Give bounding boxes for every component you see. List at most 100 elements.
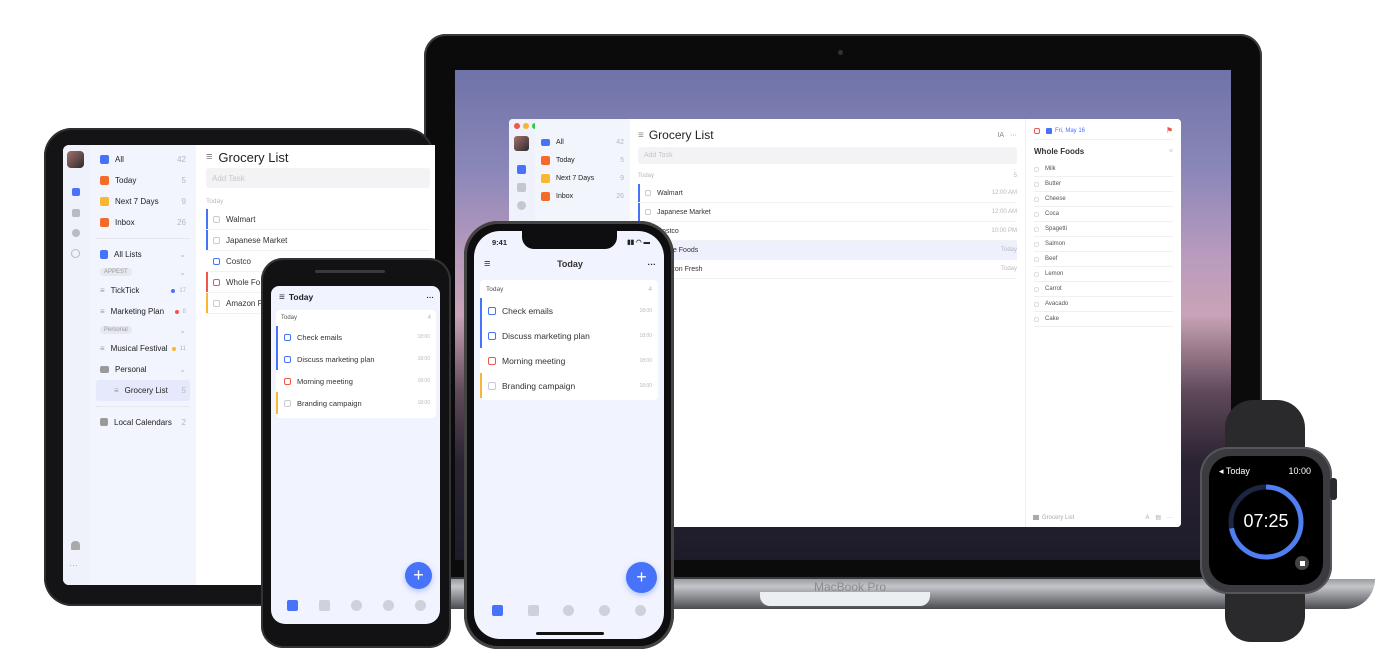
- task-row[interactable]: Branding campaign 18:00: [276, 392, 436, 414]
- close-button[interactable]: [514, 123, 520, 129]
- checklist-checkbox[interactable]: [1034, 256, 1039, 262]
- pin-icon[interactable]: [72, 229, 80, 237]
- checklist-checkbox[interactable]: [1034, 181, 1039, 187]
- task-checkbox[interactable]: [213, 257, 220, 265]
- task-row[interactable]: Walmart 12:00 AM: [638, 184, 1017, 203]
- tab-habit[interactable]: [563, 604, 575, 616]
- tab-calendar[interactable]: [318, 599, 330, 611]
- menu-icon[interactable]: ≡: [638, 130, 644, 141]
- task-row[interactable]: Japanese Market 12:00 AM: [638, 203, 1017, 222]
- add-task-input[interactable]: Add Task: [206, 168, 430, 188]
- sidebar-item[interactable]: ≡ TickTick 17: [96, 280, 190, 301]
- task-row[interactable]: Discuss marketing plan 18:00: [480, 323, 658, 348]
- task-row[interactable]: Check emails 18:00: [480, 298, 658, 323]
- task-checkbox[interactable]: [284, 399, 291, 407]
- sidebar-item-all[interactable]: All 42: [535, 133, 630, 151]
- checklist-item[interactable]: Salmon: [1034, 237, 1173, 252]
- sidebar-item-all-lists[interactable]: All Lists ⌄: [96, 244, 190, 264]
- more-icon[interactable]: ···: [427, 293, 435, 302]
- checklist-item[interactable]: Carrot: [1034, 282, 1173, 297]
- sidebar-item-folder[interactable]: Personal ⌄: [96, 359, 190, 380]
- back-button[interactable]: ◂ Today: [1219, 466, 1250, 477]
- checklist-checkbox[interactable]: [1034, 226, 1039, 232]
- tab-pomodoro[interactable]: [382, 599, 394, 611]
- calendar-icon[interactable]: [517, 183, 526, 192]
- task-row[interactable]: Amazon Fresh Today: [638, 260, 1017, 279]
- checklist-item[interactable]: Coca: [1034, 207, 1173, 222]
- checklist-checkbox[interactable]: [1034, 271, 1039, 277]
- task-checkbox[interactable]: [645, 209, 651, 215]
- minimize-button[interactable]: [523, 123, 529, 129]
- task-checkbox[interactable]: [213, 236, 220, 244]
- task-row[interactable]: Check emails 18:00: [276, 326, 436, 348]
- tab-pomodoro[interactable]: [599, 604, 611, 616]
- task-icon[interactable]: [517, 165, 526, 174]
- tab-calendar[interactable]: [527, 604, 539, 616]
- checklist-item[interactable]: Butter: [1034, 177, 1173, 192]
- more-icon[interactable]: ···: [1010, 132, 1017, 139]
- checklist-checkbox[interactable]: [1034, 196, 1039, 202]
- task-row[interactable]: Morning meeting 18:00: [276, 370, 436, 392]
- sidebar-item[interactable]: ≡ Musical Festival 11: [96, 338, 190, 359]
- sidebar-item-grocery-list[interactable]: ≡ Grocery List 5: [96, 380, 190, 401]
- group-tag[interactable]: Personal: [100, 326, 132, 334]
- task-checkbox[interactable]: [284, 333, 291, 341]
- tab-tasks[interactable]: [492, 604, 504, 616]
- task-row[interactable]: Japanese Market: [206, 230, 430, 251]
- add-task-input[interactable]: Add Task: [638, 147, 1017, 164]
- task-row[interactable]: Discuss marketing plan 18:00: [276, 348, 436, 370]
- sidebar-item-next-7-days[interactable]: Next 7 Days 9: [535, 169, 630, 187]
- footer-list-name[interactable]: Grocery List: [1042, 515, 1074, 521]
- task-checkbox[interactable]: [645, 190, 651, 196]
- add-task-fab[interactable]: +: [405, 562, 432, 589]
- more-icon[interactable]: ···: [1167, 515, 1173, 521]
- tab-habit[interactable]: [350, 599, 362, 611]
- task-checkbox[interactable]: [284, 355, 291, 363]
- task-checkbox[interactable]: [213, 278, 220, 286]
- pin-icon[interactable]: [517, 201, 526, 210]
- checklist-checkbox[interactable]: [1034, 211, 1039, 217]
- stop-button[interactable]: [1295, 556, 1309, 570]
- task-row[interactable]: Morning meeting 18:00: [480, 348, 658, 373]
- menu-icon[interactable]: ≡: [206, 151, 212, 163]
- detail-checkbox[interactable]: [1034, 127, 1040, 134]
- watch-crown[interactable]: [1330, 478, 1337, 500]
- checklist-checkbox[interactable]: [1034, 166, 1039, 172]
- checklist-item[interactable]: Cheese: [1034, 192, 1173, 207]
- add-task-fab[interactable]: +: [626, 562, 657, 593]
- task-row[interactable]: Branding campaign 18:00: [480, 373, 658, 398]
- chevron-down-icon[interactable]: ⌄: [179, 326, 186, 335]
- avatar[interactable]: [67, 151, 84, 168]
- group-tag[interactable]: APPEST: [100, 268, 132, 276]
- chevron-down-icon[interactable]: ⌄: [179, 268, 186, 277]
- sidebar-item[interactable]: All 42: [96, 149, 190, 170]
- sidebar-item[interactable]: ≡ Marketing Plan 8: [96, 301, 190, 322]
- task-checkbox[interactable]: [213, 299, 220, 307]
- checklist-item[interactable]: Cake: [1034, 312, 1173, 327]
- checklist-item[interactable]: Lemon: [1034, 267, 1173, 282]
- task-icon[interactable]: [72, 188, 80, 196]
- sidebar-item[interactable]: Next 7 Days 9: [96, 191, 190, 212]
- task-checkbox[interactable]: [488, 306, 496, 315]
- more-icon[interactable]: ···: [69, 560, 78, 570]
- comment-icon[interactable]: ▤: [1155, 514, 1161, 521]
- bell-icon[interactable]: [71, 541, 80, 550]
- checklist-item[interactable]: Avacado: [1034, 297, 1173, 312]
- checklist-item[interactable]: Milk: [1034, 162, 1173, 177]
- sidebar-item[interactable]: Inbox 26: [96, 212, 190, 233]
- task-row[interactable]: Costco 10:00 PM: [638, 222, 1017, 241]
- task-checkbox[interactable]: [488, 381, 496, 390]
- sidebar-item[interactable]: Today 5: [96, 170, 190, 191]
- task-checkbox[interactable]: [488, 356, 496, 365]
- avatar[interactable]: [514, 136, 529, 151]
- task-row[interactable]: Whole Foods Today: [638, 241, 1017, 260]
- tab-settings[interactable]: [634, 604, 646, 616]
- font-icon[interactable]: A: [1145, 515, 1149, 521]
- calendar-icon[interactable]: [72, 209, 80, 217]
- sidebar-item-local-calendars[interactable]: Local Calendars 2: [96, 412, 190, 432]
- due-date[interactable]: Fri, May 16: [1055, 128, 1085, 134]
- checklist-checkbox[interactable]: [1034, 241, 1039, 247]
- checklist-item[interactable]: Beef: [1034, 252, 1173, 267]
- task-checkbox[interactable]: [488, 331, 496, 340]
- sort-icon[interactable]: IA: [997, 132, 1004, 139]
